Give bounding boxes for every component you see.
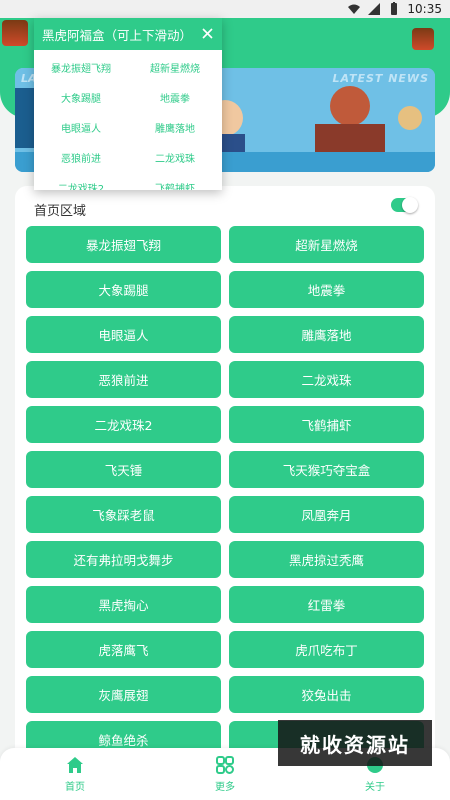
card-title: 首页区域 [34, 204, 87, 219]
button-grid: 暴龙振翅飞翔 超新星燃烧 大象踢腿 地震拳 电眼逼人 雕鹰落地 恶狼前进 二龙戏… [26, 226, 424, 758]
grid-button[interactable]: 凤凰奔月 [229, 496, 424, 533]
avatar[interactable] [2, 20, 28, 46]
grid-button[interactable]: 黑虎掠过秃鹰 [229, 541, 424, 578]
avatar-icon[interactable] [412, 28, 434, 50]
grid-button[interactable]: 飞天锤 [26, 451, 221, 488]
popup-item[interactable]: 恶狼前进 [34, 142, 128, 172]
popup-item[interactable]: 雕鹰落地 [128, 112, 222, 142]
sound-box-popup: 黑虎阿福盒（可上下滑动） 暴龙振翅飞翔 超新星燃烧 大象踢腿 地震拳 电眼逼人 … [34, 18, 222, 190]
feature-toggle[interactable] [391, 197, 418, 213]
nav-about-label: 关于 [365, 782, 385, 793]
grid-button[interactable]: 超新星燃烧 [229, 226, 424, 263]
nav-more-label: 更多 [215, 782, 235, 793]
signal-icon [368, 3, 381, 15]
grid-button[interactable]: 电眼逼人 [26, 316, 221, 353]
clock: 10:35 [407, 2, 442, 16]
nav-home-label: 首页 [65, 782, 85, 793]
grid-button[interactable]: 大象踢腿 [26, 271, 221, 308]
nav-more[interactable]: 更多 [195, 756, 255, 793]
status-icons: 10:35 [347, 1, 442, 17]
grid-button[interactable]: 二龙戏珠 [229, 361, 424, 398]
grid-button[interactable]: 二龙戏珠2 [26, 406, 221, 443]
grid-button[interactable]: 飞天猴巧夺宝盒 [229, 451, 424, 488]
grid-button[interactable]: 飞象踩老鼠 [26, 496, 221, 533]
grid-button[interactable]: 还有弗拉明戈舞步 [26, 541, 221, 578]
toggle-knob [402, 197, 418, 213]
grid-button[interactable]: 灰鹰展翅 [26, 676, 221, 713]
popup-item[interactable]: 二龙戏珠 [128, 142, 222, 172]
grid-button[interactable]: 虎落鹰飞 [26, 631, 221, 668]
grid-button[interactable]: 黑虎掏心 [26, 586, 221, 623]
grid-button[interactable]: 飞鹤捕虾 [229, 406, 424, 443]
close-icon[interactable] [201, 27, 214, 40]
watermark: 就收资源站 [278, 720, 432, 766]
home-icon [67, 757, 83, 773]
content-card: 首页区域 暴龙振翅飞翔 超新星燃烧 大象踢腿 地震拳 电眼逼人 雕鹰落地 恶狼前… [15, 186, 435, 800]
popup-item[interactable]: 地震拳 [128, 82, 222, 112]
popup-header: 黑虎阿福盒（可上下滑动） [34, 18, 222, 50]
grid-button[interactable]: 虎爪吃布丁 [229, 631, 424, 668]
grid-button[interactable]: 恶狼前进 [26, 361, 221, 398]
banner-text-right: LATEST NEWS [332, 72, 429, 85]
grid-button[interactable]: 地震拳 [229, 271, 424, 308]
popup-item[interactable]: 超新星燃烧 [128, 52, 222, 82]
popup-title: 黑虎阿福盒（可上下滑动） [42, 27, 193, 43]
grid-button[interactable]: 红雷拳 [229, 586, 424, 623]
battery-icon [391, 2, 398, 15]
wifi-icon [348, 4, 361, 14]
grid-button[interactable]: 狡兔出击 [229, 676, 424, 713]
grid-button[interactable]: 雕鹰落地 [229, 316, 424, 353]
grid-button[interactable]: 暴龙振翅飞翔 [26, 226, 221, 263]
popup-item[interactable]: 二龙戏珠2 [34, 172, 128, 191]
popup-item[interactable]: 飞鹤捕虾 [128, 172, 222, 191]
apps-icon [216, 756, 234, 774]
popup-item[interactable]: 暴龙振翅飞翔 [34, 52, 128, 82]
status-bar: 10:35 [0, 0, 450, 18]
popup-item[interactable]: 电眼逼人 [34, 112, 128, 142]
popup-list: 暴龙振翅飞翔 超新星燃烧 大象踢腿 地震拳 电眼逼人 雕鹰落地 恶狼前进 二龙戏… [34, 50, 222, 191]
popup-item[interactable]: 大象踢腿 [34, 82, 128, 112]
nav-home[interactable]: 首页 [45, 756, 105, 793]
